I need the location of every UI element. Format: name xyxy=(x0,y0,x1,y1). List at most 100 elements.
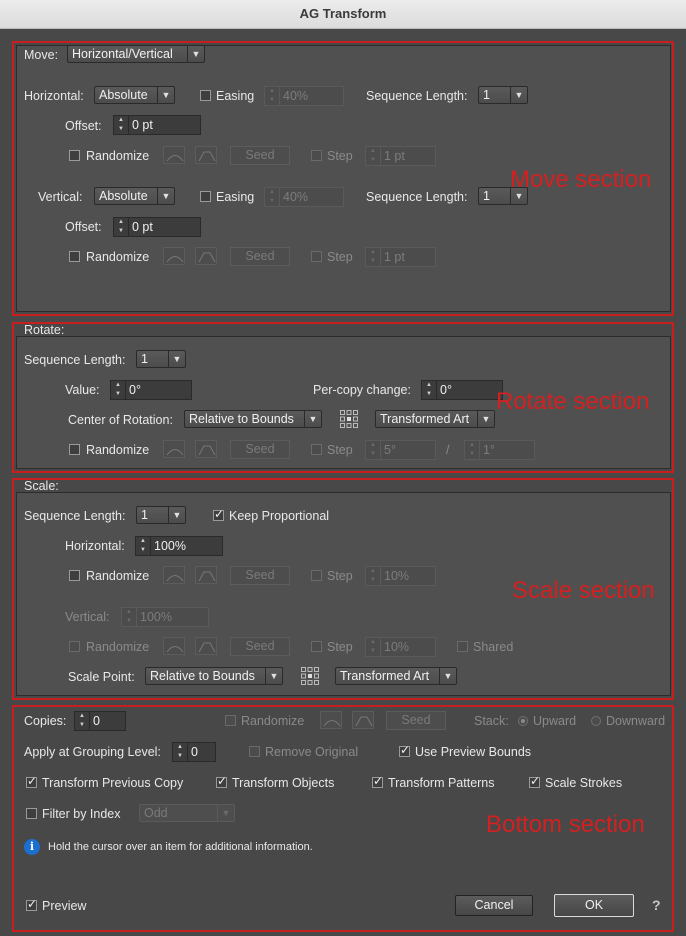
ease-out-curve-button[interactable] xyxy=(195,247,217,265)
ease-out-curve-button[interactable] xyxy=(195,566,217,584)
ease-in-curve-button[interactable] xyxy=(163,566,185,584)
scale-art-dropdown[interactable]: Transformed Art ▼ xyxy=(335,667,457,685)
scale-v-step-checkbox[interactable] xyxy=(311,641,322,652)
chevron-down-icon: ▼ xyxy=(157,188,174,204)
horizontal-offset-field[interactable]: ▲ ▼ 0 pt xyxy=(113,115,201,135)
filter-dropdown[interactable]: Odd ▼ xyxy=(139,804,235,822)
reference-point-grid-icon[interactable] xyxy=(339,409,359,429)
copies-seed-button[interactable]: Seed xyxy=(386,711,446,730)
transform-patterns-label: Transform Patterns xyxy=(388,776,495,790)
stack-downward-radio[interactable] xyxy=(591,716,601,726)
rotate-step-value: 5° xyxy=(384,443,396,457)
chevron-down-icon: ▼ xyxy=(265,668,282,684)
stepper-icon: ▲ ▼ xyxy=(265,188,280,206)
remove-original-checkbox[interactable] xyxy=(249,746,260,757)
ease-in-curve-button[interactable] xyxy=(320,711,342,729)
scale-v-step-field[interactable]: ▲ ▼ 10% xyxy=(365,637,436,657)
ease-out-curve-button[interactable] xyxy=(195,440,217,458)
vertical-type-dropdown[interactable]: Absolute ▼ xyxy=(94,187,175,205)
rotate-step-label: Step xyxy=(327,443,353,457)
rotate-step-field-2[interactable]: ▲ ▼ 1° xyxy=(464,440,535,460)
horizontal-offset-label: Offset: xyxy=(65,119,102,133)
scale-seed-button[interactable]: Seed xyxy=(230,566,290,585)
copies-randomize-checkbox[interactable] xyxy=(225,715,236,726)
rotate-art-dropdown[interactable]: Transformed Art ▼ xyxy=(375,410,495,428)
scale-point-label: Scale Point: xyxy=(68,670,135,684)
keep-proportional-checkbox[interactable] xyxy=(213,507,224,521)
vertical-offset-label: Offset: xyxy=(65,220,102,234)
vertical-step-field[interactable]: ▲ ▼ 1 pt xyxy=(365,247,436,267)
chevron-down-icon: ▼ xyxy=(168,351,185,367)
rotate-step-checkbox[interactable] xyxy=(311,444,322,455)
horizontal-seed-button[interactable]: Seed xyxy=(230,146,290,165)
scale-v-randomize-checkbox[interactable] xyxy=(69,641,80,652)
rotate-seq-dropdown[interactable]: 1 ▼ xyxy=(136,350,186,368)
rotate-center-dropdown[interactable]: Relative to Bounds ▼ xyxy=(184,410,322,428)
stack-label: Stack: xyxy=(474,714,509,728)
scale-point-dropdown[interactable]: Relative to Bounds ▼ xyxy=(145,667,283,685)
horizontal-step-checkbox[interactable] xyxy=(311,150,322,161)
copies-label: Copies: xyxy=(24,714,67,728)
ease-in-curve-button[interactable] xyxy=(163,146,185,164)
vertical-easing-value: 40% xyxy=(283,190,309,204)
ease-out-curve-button[interactable] xyxy=(352,711,374,729)
preview-checkbox[interactable] xyxy=(26,897,37,911)
shared-checkbox[interactable] xyxy=(457,641,468,652)
vertical-step-checkbox[interactable] xyxy=(311,251,322,262)
vertical-randomize-label: Randomize xyxy=(86,250,150,264)
scale-step-field[interactable]: ▲ ▼ 10% xyxy=(365,566,436,586)
chevron-down-icon: ▼ xyxy=(477,411,494,427)
cancel-button[interactable]: Cancel xyxy=(455,895,533,916)
scale-randomize-checkbox[interactable] xyxy=(69,570,80,581)
transform-objects-checkbox[interactable] xyxy=(216,774,227,788)
horizontal-seq-dropdown[interactable]: 1 ▼ xyxy=(478,86,528,104)
horizontal-easing-checkbox[interactable] xyxy=(200,90,211,101)
scale-vertical-field[interactable]: ▲ ▼ 100% xyxy=(121,607,209,627)
transform-patterns-checkbox[interactable] xyxy=(372,774,383,788)
use-preview-bounds-checkbox[interactable] xyxy=(399,743,410,757)
horizontal-step-field[interactable]: ▲ ▼ 1 pt xyxy=(365,146,436,166)
vertical-offset-field[interactable]: ▲ ▼ 0 pt xyxy=(113,217,201,237)
scale-seq-dropdown[interactable]: 1 ▼ xyxy=(136,506,186,524)
grouping-field[interactable]: ▲ ▼ 0 xyxy=(172,742,216,762)
rotate-center-value: Relative to Bounds xyxy=(189,412,294,426)
scale-v-seed-button[interactable]: Seed xyxy=(230,637,290,656)
reference-point-grid-icon[interactable] xyxy=(300,666,320,686)
vertical-randomize-checkbox[interactable] xyxy=(69,251,80,262)
copies-field[interactable]: ▲ ▼ 0 xyxy=(74,711,126,731)
rotate-value: 0° xyxy=(129,383,141,397)
vertical-easing-checkbox[interactable] xyxy=(200,191,211,202)
horizontal-randomize-checkbox[interactable] xyxy=(69,150,80,161)
move-mode-dropdown[interactable]: Horizontal/Vertical ▼ xyxy=(67,45,205,63)
vertical-step-value: 1 pt xyxy=(384,250,405,264)
horizontal-easing-field[interactable]: ▲ ▼ 40% xyxy=(264,86,344,106)
scale-strokes-checkbox[interactable] xyxy=(529,774,540,788)
stepper-icon: ▲ ▼ xyxy=(366,441,381,459)
vertical-seed-button[interactable]: Seed xyxy=(230,247,290,266)
stack-upward-radio[interactable] xyxy=(518,716,528,726)
ease-in-curve-button[interactable] xyxy=(163,247,185,265)
scale-horizontal-field[interactable]: ▲ ▼ 100% xyxy=(135,536,223,556)
filter-by-index-checkbox[interactable] xyxy=(26,808,37,819)
grouping-label: Apply at Grouping Level: xyxy=(24,745,161,759)
ease-out-curve-button[interactable] xyxy=(195,146,217,164)
ease-in-curve-button[interactable] xyxy=(163,440,185,458)
horizontal-step-label: Step xyxy=(327,149,353,163)
rotate-value-field[interactable]: ▲ ▼ 0° xyxy=(110,380,192,400)
rotate-seed-button[interactable]: Seed xyxy=(230,440,290,459)
scale-section-annotation: Scale section xyxy=(512,577,655,604)
help-icon[interactable]: ? xyxy=(652,896,661,914)
rotate-randomize-checkbox[interactable] xyxy=(69,444,80,455)
transform-objects-label: Transform Objects xyxy=(232,776,335,790)
transform-prev-checkbox[interactable] xyxy=(26,774,37,788)
ease-out-curve-button[interactable] xyxy=(195,637,217,655)
scale-seq-value: 1 xyxy=(141,508,148,522)
horizontal-type-dropdown[interactable]: Absolute ▼ xyxy=(94,86,175,104)
horizontal-type-value: Absolute xyxy=(99,88,148,102)
ease-in-curve-button[interactable] xyxy=(163,637,185,655)
rotate-per-copy-field[interactable]: ▲ ▼ 0° xyxy=(421,380,503,400)
scale-step-checkbox[interactable] xyxy=(311,570,322,581)
vertical-easing-field[interactable]: ▲ ▼ 40% xyxy=(264,187,344,207)
ok-button[interactable]: OK xyxy=(554,894,634,917)
rotate-step-field[interactable]: ▲ ▼ 5° xyxy=(365,440,436,460)
